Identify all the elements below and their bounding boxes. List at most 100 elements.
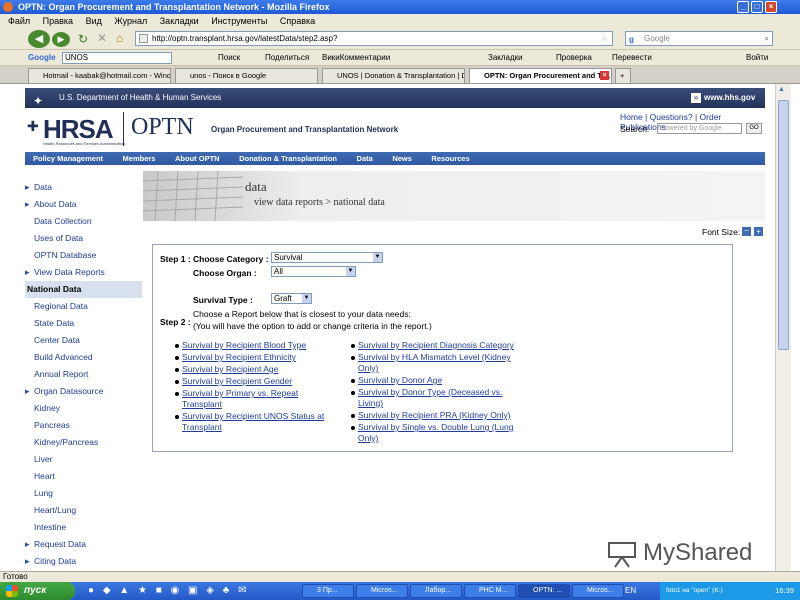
font-decrease-button[interactable]: −: [742, 227, 751, 236]
sidebar-item-organ-datasource[interactable]: Organ Datasource: [25, 383, 142, 400]
menu-file[interactable]: Файл: [8, 16, 30, 26]
sidebar-item-national-data[interactable]: National Data: [25, 281, 142, 298]
report-link[interactable]: Survival by Donor Type (Deceased vs.: [358, 387, 502, 398]
report-link[interactable]: Survival by Recipient Blood Type: [182, 340, 306, 351]
search-icon[interactable]: ⌕: [765, 32, 769, 45]
scroll-up-icon[interactable]: ▲: [778, 86, 785, 93]
nav-resources[interactable]: Resources: [431, 154, 469, 163]
sidebar-item-heart[interactable]: Heart: [25, 468, 142, 485]
stop-icon[interactable]: ✕: [97, 31, 107, 45]
sidebar-item-uses-of-data[interactable]: Uses of Data: [25, 230, 142, 247]
report-link[interactable]: Survival by Recipient UNOS Status at: [182, 411, 324, 422]
reload-icon[interactable]: ↻: [78, 32, 88, 46]
search-input[interactable]: g Google ⌕: [625, 31, 773, 46]
google-translate-button[interactable]: Перевести: [612, 50, 652, 66]
nav-policy-management[interactable]: Policy Management: [33, 154, 103, 163]
font-increase-button[interactable]: +: [754, 227, 763, 236]
sidebar-item-view-data-reports[interactable]: View Data Reports: [25, 264, 142, 281]
taskbar-item-word2[interactable]: Micros...: [572, 584, 624, 598]
nav-members[interactable]: Members: [123, 154, 156, 163]
tab-unos[interactable]: UNOS | Donation & Transplantation | D...: [322, 68, 465, 83]
start-button[interactable]: пуск: [0, 582, 75, 600]
report-link[interactable]: Survival by Recipient Age: [182, 364, 278, 375]
sidebar-item-regional-data[interactable]: Regional Data: [25, 298, 142, 315]
sidebar-item-kidney-pancreas[interactable]: Kidney/Pancreas: [25, 434, 142, 451]
menu-help[interactable]: Справка: [280, 16, 315, 26]
taskbar-item-firefox[interactable]: OPTN: ...: [518, 584, 570, 598]
menu-tools[interactable]: Инструменты: [211, 16, 267, 26]
nav-about-optn[interactable]: About OPTN: [175, 154, 220, 163]
hhs-link[interactable]: www.hhs.gov: [704, 88, 755, 108]
site-search-go-button[interactable]: GO: [746, 123, 762, 134]
nav-news[interactable]: News: [392, 154, 412, 163]
tab-optn[interactable]: OPTN: Organ Procurement and Tr... ×: [469, 68, 612, 83]
tab-google[interactable]: unos - Поиск в Google: [175, 68, 318, 83]
minimize-button[interactable]: _: [737, 1, 749, 13]
quick-launch-icons[interactable]: ● ◆ ▲ ★ ■ ◉ ▣ ◈ ♣ ✉: [88, 585, 249, 596]
bookmark-star-icon[interactable]: ☆: [601, 32, 608, 45]
sidebar-item-data-collection[interactable]: Data Collection: [25, 213, 142, 230]
sidebar-item-intestine[interactable]: Intestine: [25, 519, 142, 536]
forward-button[interactable]: ▶: [52, 32, 70, 47]
maximize-button[interactable]: □: [751, 1, 763, 13]
sidebar-item-request-data[interactable]: Request Data: [25, 536, 142, 553]
report-link[interactable]: Survival by Donor Age: [358, 375, 442, 386]
menu-history[interactable]: Журнал: [114, 16, 147, 26]
report-link-continuation[interactable]: Transplant: [182, 422, 222, 433]
taskbar-item-phc[interactable]: PHC M...: [464, 584, 516, 598]
back-button[interactable]: ◀: [28, 30, 50, 48]
taskbar-item-lab[interactable]: Лабор...: [410, 584, 462, 598]
sidebar-item-optn-database[interactable]: OPTN Database: [25, 247, 142, 264]
report-link-continuation[interactable]: Only): [358, 363, 378, 374]
site-search-input[interactable]: Powered by Google: [657, 123, 742, 134]
close-button[interactable]: ×: [765, 1, 777, 13]
report-link[interactable]: Survival by Recipient Diagnosis Category: [358, 340, 514, 351]
sidebar-item-kidney[interactable]: Kidney: [25, 400, 142, 417]
survival-type-select[interactable]: Graft ▼: [271, 293, 312, 304]
new-tab-button[interactable]: +: [615, 68, 631, 83]
google-wiki-button[interactable]: ВикиКомментарии: [322, 50, 390, 66]
sidebar-item-liver[interactable]: Liver: [25, 451, 142, 468]
tab-hotmail[interactable]: Hotmail - kaabak@hotmail.com - Windo...: [28, 68, 171, 83]
language-indicator[interactable]: EN: [625, 582, 636, 600]
category-select[interactable]: Survival ▼: [271, 252, 383, 263]
report-link[interactable]: Survival by Recipient Ethnicity: [182, 352, 296, 363]
sidebar-item-state-data[interactable]: State Data: [25, 315, 142, 332]
taskbar-item-folders[interactable]: 3 Пр...: [302, 584, 354, 598]
url-input[interactable]: http://optn.transplant.hrsa.gov/latestDa…: [135, 31, 613, 46]
sidebar-item-center-data[interactable]: Center Data: [25, 332, 142, 349]
organ-select[interactable]: All ▼: [271, 266, 356, 277]
report-link-continuation[interactable]: Living): [358, 398, 383, 409]
scroll-thumb[interactable]: [778, 100, 789, 350]
taskbar-item-word1[interactable]: Micros...: [356, 584, 408, 598]
google-spellcheck-button[interactable]: Проверка: [556, 50, 592, 66]
menu-bookmarks[interactable]: Закладки: [160, 16, 199, 26]
report-link[interactable]: Survival by Single vs. Double Lung (Lung: [358, 422, 513, 433]
tray-notification[interactable]: foto1 на "open" (K:): [666, 582, 723, 600]
menu-edit[interactable]: Правка: [43, 16, 73, 26]
menu-view[interactable]: Вид: [86, 16, 102, 26]
tab-close-icon[interactable]: ×: [600, 71, 609, 80]
report-link[interactable]: Survival by Primary vs. Repeat: [182, 388, 298, 399]
report-link[interactable]: Survival by Recipient Gender: [182, 376, 292, 387]
sidebar-item-heart-lung[interactable]: Heart/Lung: [25, 502, 142, 519]
report-link[interactable]: Survival by Recipient PRA (Kidney Only): [358, 410, 511, 421]
sidebar-item-citing-data[interactable]: Citing Data: [25, 553, 142, 570]
nav-donation-transplantation[interactable]: Donation & Transplantation: [239, 154, 337, 163]
sidebar-item-build-advanced[interactable]: Build Advanced: [25, 349, 142, 366]
google-bookmarks-button[interactable]: Закладки: [488, 50, 523, 66]
report-link-continuation[interactable]: Transplant: [182, 399, 222, 410]
google-search-button[interactable]: Поиск: [218, 50, 240, 66]
report-link-continuation[interactable]: Only): [358, 433, 378, 444]
report-link[interactable]: Survival by HLA Mismatch Level (Kidney: [358, 352, 511, 363]
sidebar-item-about-data[interactable]: About Data: [25, 196, 142, 213]
nav-data[interactable]: Data: [357, 154, 373, 163]
vertical-scrollbar[interactable]: ▲: [775, 84, 791, 571]
google-query-input[interactable]: UNOS: [62, 52, 172, 64]
google-share-button[interactable]: Поделиться: [265, 50, 309, 66]
home-icon[interactable]: ⌂: [116, 31, 123, 45]
google-signin-button[interactable]: Войти: [746, 50, 768, 66]
sidebar-item-data[interactable]: Data: [25, 179, 142, 196]
sidebar-item-pancreas[interactable]: Pancreas: [25, 417, 142, 434]
sidebar-item-lung[interactable]: Lung: [25, 485, 142, 502]
